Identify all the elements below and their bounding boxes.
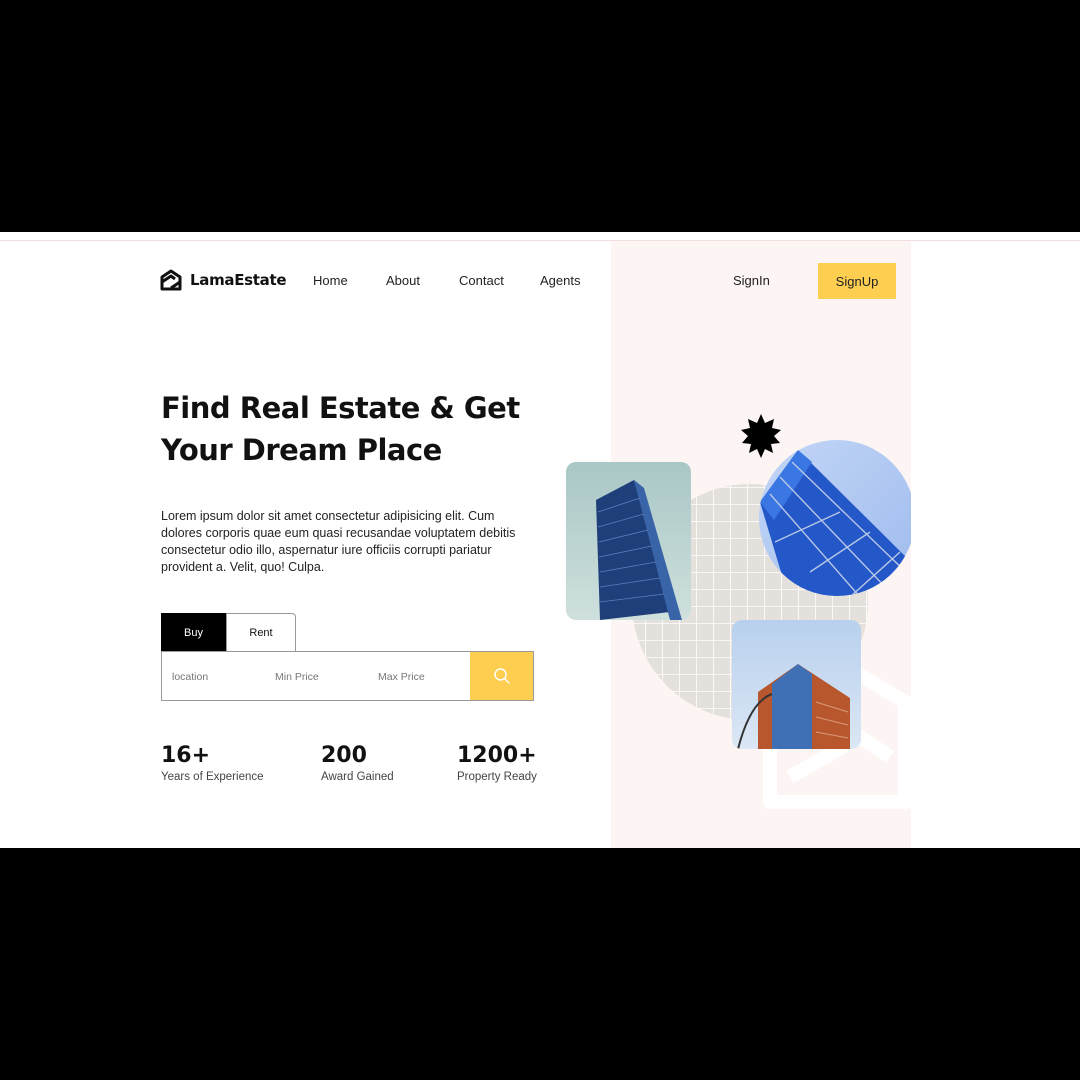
stat-value: 200	[321, 743, 367, 768]
search-button[interactable]	[470, 652, 533, 700]
starburst-icon	[741, 414, 781, 458]
stat-label: Years of Experience	[161, 771, 264, 783]
page: LamaEstate Home About Contact Agents Sig…	[0, 232, 1080, 848]
nav-home[interactable]: Home	[313, 273, 348, 288]
brick-building-photo	[732, 620, 861, 749]
max-price-input[interactable]	[376, 664, 475, 690]
location-input[interactable]	[170, 664, 269, 690]
hero-description: Lorem ipsum dolor sit amet consectetur a…	[161, 509, 516, 574]
stat-value: 1200+	[457, 743, 537, 768]
stat-value: 16+	[161, 743, 211, 768]
signup-button[interactable]: SignUp	[818, 263, 896, 299]
min-price-input[interactable]	[273, 664, 372, 690]
tab-buy[interactable]: Buy	[161, 613, 226, 651]
nav-agents[interactable]: Agents	[540, 273, 580, 288]
stat-experience: 16+ Years of Experience	[161, 743, 264, 783]
tab-rent[interactable]: Rent	[226, 613, 296, 651]
tower-photo	[566, 462, 691, 620]
search-icon	[493, 668, 510, 684]
nav-contact[interactable]: Contact	[459, 273, 504, 288]
top-divider	[0, 240, 1080, 241]
nav-about[interactable]: About	[386, 273, 420, 288]
search-type-tabs: Buy Rent	[161, 613, 296, 651]
hero-title: Find Real Estate & Get Your Dream Place	[161, 391, 520, 467]
signin-link[interactable]: SignIn	[733, 273, 770, 288]
stat-properties: 1200+ Property Ready	[457, 743, 537, 783]
brand-name: LamaEstate	[190, 271, 287, 289]
house-logo-icon	[160, 269, 182, 291]
property-search-bar	[161, 651, 534, 701]
stat-label: Property Ready	[457, 771, 537, 783]
brand-logo[interactable]: LamaEstate	[160, 269, 287, 291]
stat-label: Award Gained	[321, 771, 394, 783]
hero-illustration	[566, 414, 911, 809]
stat-awards: 200 Award Gained	[321, 743, 394, 783]
